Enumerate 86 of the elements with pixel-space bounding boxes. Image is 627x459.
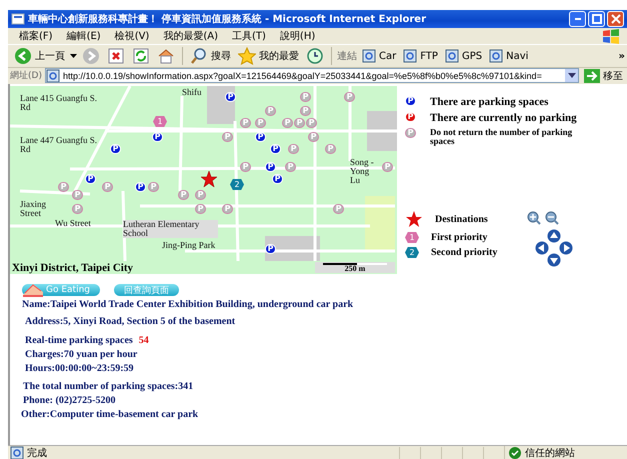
maximize-icon (592, 14, 602, 24)
map-label: Wu Street (55, 219, 91, 228)
page-icon (444, 49, 459, 63)
parking-marker-icon: P (405, 128, 416, 138)
map-label: Shifu (182, 88, 202, 97)
pan-right-button[interactable] (559, 241, 574, 255)
map-label: Song -Yong Lu (350, 158, 375, 185)
star-icon (238, 47, 256, 65)
page-icon (362, 49, 376, 63)
zoom-in-icon (527, 211, 542, 225)
check-icon (509, 446, 521, 458)
info-text: Real-time parking spaces (25, 334, 133, 347)
page-icon (46, 69, 60, 82)
legend-text: Destinations (435, 214, 488, 225)
priority-marker: 2 (405, 247, 419, 258)
pan-down-button[interactable] (547, 253, 562, 267)
info-text: Name:Taipei World Trade Center Exhibition Building, underground car park (22, 298, 354, 311)
refresh-icon (132, 47, 150, 65)
info-text: Phone: (02)2725-5200 (23, 394, 116, 407)
dropdown-arrow-icon (70, 54, 77, 58)
parking-count: 54 (138, 334, 149, 347)
home-icon (157, 47, 175, 65)
map-label: Lutheran Elementary School (123, 220, 218, 238)
stop-icon (107, 47, 125, 65)
zoom-out-icon (545, 211, 560, 225)
legend-text: First priority (431, 232, 488, 243)
info-text: Charges:70 yuan per hour (25, 348, 138, 361)
window-icon (11, 12, 25, 26)
menu-item[interactable]: 檔案(F) (12, 29, 60, 43)
page-icon (403, 49, 418, 63)
link-button[interactable]: Car (360, 49, 398, 63)
dropdown-button[interactable] (565, 69, 578, 82)
destination-star-icon (200, 171, 218, 188)
zoom-out-button[interactable] (545, 211, 560, 225)
links-label: 連結 (337, 50, 357, 63)
menu-item[interactable]: 我的最愛(A) (156, 29, 225, 43)
parking-marker-icon: P (405, 96, 416, 106)
priority-marker: 1 (405, 232, 419, 243)
info-text: Other:Computer time-basement car park (21, 408, 198, 421)
link-button[interactable]: GPS (442, 49, 484, 63)
destination-star-icon (405, 211, 423, 228)
address-field[interactable]: http://10.0.0.19/showInformation.aspx?goalX=121564469&goalY=25033441&goal=%e5%8f%b0%e5%8c%97101&kind= (44, 68, 579, 83)
map-label: Jiaxing Street (20, 200, 47, 218)
legend-text: Do not return the number of parking spaces (430, 128, 574, 146)
map-label: Lane 447 Guangfu S. Rd (20, 136, 98, 154)
go-button[interactable]: 移至 (582, 68, 625, 82)
menu-item[interactable]: 說明(H) (272, 29, 322, 43)
menu-item[interactable]: 編輯(E) (60, 29, 108, 43)
zone-text: 信任的網站 (525, 446, 575, 459)
caret-icon (568, 73, 576, 78)
cake-icon (22, 283, 44, 297)
page-icon (489, 49, 504, 63)
link-button[interactable]: FTP (401, 49, 440, 63)
link-button[interactable]: Navi (487, 49, 530, 63)
address-label: 網址(D) (10, 70, 42, 82)
window-title: 車輛中心創新服務科專計畫！ 停車資訊加值服務系統 - Microsoft Internet Explorer (28, 12, 428, 26)
status-text: 完成 (27, 446, 47, 459)
menu-item[interactable]: 工具(T) (225, 29, 273, 43)
windows-logo-icon (601, 28, 621, 44)
scale-bar: 250 m (315, 262, 395, 273)
map-label: Lane 415 Guangfu S. Rd (20, 94, 98, 112)
info-text: Hours:00:00:00~23:59:59 (25, 362, 134, 375)
minimize-button[interactable] (569, 11, 586, 27)
legend-text: There are currently no parking (430, 112, 577, 124)
pan-left-button[interactable] (535, 241, 550, 255)
pan-up-button[interactable] (547, 229, 562, 243)
close-icon (610, 14, 620, 24)
page-icon (10, 446, 24, 459)
back-button[interactable]: 上一頁 (12, 47, 67, 65)
menu-item[interactable]: 檢視(V) (108, 29, 156, 43)
info-text: The total number of parking spaces:341 (23, 380, 194, 393)
more-links-button[interactable]: » (618, 50, 627, 62)
zoom-in-button[interactable] (527, 211, 542, 225)
parking-marker-icon: P (405, 112, 416, 122)
map-label: Jing-Ping Park (162, 241, 216, 250)
close-button[interactable] (607, 11, 624, 27)
legend-text: There are parking spaces (430, 96, 548, 108)
minimize-icon (574, 18, 580, 20)
search-icon (190, 47, 208, 65)
map-caption: Xinyi District, Taipei City (11, 262, 134, 274)
legend-text: Second priority (431, 247, 498, 258)
info-text: Address:5, Xinyi Road, Section 5 of the basement (25, 315, 236, 328)
maximize-button[interactable] (588, 11, 605, 27)
search-button[interactable]: 搜尋 (188, 47, 233, 65)
favorites-button[interactable]: 我的最愛 (236, 47, 301, 65)
clock-icon (306, 47, 324, 65)
